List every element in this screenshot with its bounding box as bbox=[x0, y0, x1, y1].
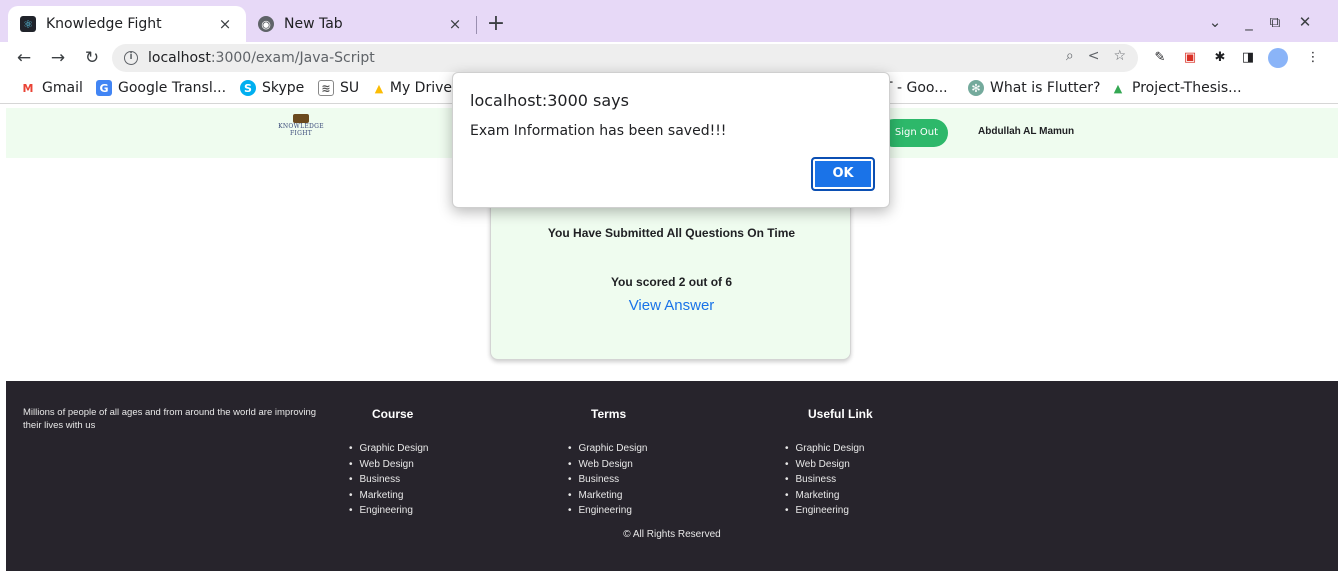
score-text: You scored 2 out of 6 bbox=[610, 275, 733, 289]
footer-link[interactable]: Marketing bbox=[785, 488, 873, 504]
drive-icon: ▲ bbox=[374, 81, 384, 95]
footer-about: Millions of people of all ages and from … bbox=[23, 407, 317, 431]
alert-title: localhost:3000 says bbox=[470, 91, 629, 110]
address-bar[interactable]: i localhost:3000/exam/Java-Script ⌕ < ☆ bbox=[112, 44, 1138, 72]
bookmark-label: What is Flutter? bbox=[990, 80, 1101, 96]
bookmark-label: T - Goo... bbox=[884, 80, 948, 96]
footer-link[interactable]: Engineering bbox=[785, 503, 873, 519]
footer-link[interactable]: Graphic Design bbox=[785, 441, 873, 457]
alert-dialog: localhost:3000 says Exam Information has… bbox=[452, 72, 890, 208]
site-logo[interactable]: KNOWLEDGE FIGHT bbox=[268, 114, 334, 137]
bookmark-google-docs[interactable]: T - Goo... bbox=[884, 80, 948, 96]
close-icon[interactable]: × bbox=[446, 15, 464, 33]
gmail-icon: M bbox=[22, 81, 34, 95]
restore-icon[interactable]: ⧉ bbox=[1263, 10, 1287, 34]
skype-icon: S bbox=[240, 80, 256, 96]
footer-link[interactable]: Web Design bbox=[785, 457, 873, 473]
bookmark-star-icon[interactable]: ☆ bbox=[1113, 48, 1126, 64]
url-host: localhost bbox=[148, 50, 211, 66]
footer-link[interactable]: Marketing bbox=[349, 488, 428, 504]
tab-divider bbox=[476, 16, 477, 34]
copyright: © All Rights Reserved bbox=[623, 529, 721, 540]
tab-new-tab[interactable]: ◉ New Tab × bbox=[246, 6, 476, 42]
forward-icon[interactable]: → bbox=[46, 46, 70, 70]
bookmark-google-translate[interactable]: G Google Transl... bbox=[96, 80, 226, 96]
footer-link[interactable]: Graphic Design bbox=[349, 441, 429, 457]
url-path: :3000/exam/Java-Script bbox=[210, 50, 375, 66]
drive-icon: ▲ bbox=[1113, 81, 1123, 95]
menu-icon[interactable]: ⋮ bbox=[1303, 48, 1323, 68]
close-icon[interactable]: × bbox=[216, 15, 234, 33]
react-icon: ⚛ bbox=[20, 16, 36, 32]
new-tab-button[interactable]: + bbox=[482, 10, 510, 38]
tab-search-icon[interactable]: ⌄ bbox=[1203, 10, 1227, 34]
reload-icon[interactable]: ↻ bbox=[80, 46, 104, 70]
footer-column-course: Course Graphic Design Web Design Busines… bbox=[360, 407, 429, 519]
extension-red-icon[interactable]: ▣ bbox=[1180, 48, 1200, 68]
browser-toolbar: ← → ↻ i localhost:3000/exam/Java-Script … bbox=[0, 42, 1338, 74]
browser-tab-strip: ⚛ Knowledge Fight × ◉ New Tab × + ⌄ _ ⧉ … bbox=[0, 0, 1338, 42]
bookmark-gmail[interactable]: M Gmail bbox=[20, 80, 83, 96]
footer-link[interactable]: Business bbox=[568, 472, 647, 488]
tab-title: Knowledge Fight bbox=[46, 16, 162, 32]
submitted-message: You Have Submitted All Questions On Time bbox=[547, 226, 796, 240]
google-translate-icon: G bbox=[96, 80, 112, 96]
bookmark-label: Google Transl... bbox=[118, 80, 227, 96]
chatgpt-icon: ✻ bbox=[968, 80, 984, 96]
footer-heading: Useful Link bbox=[808, 407, 873, 421]
footer-heading: Terms bbox=[591, 407, 627, 421]
bookmark-label: My Drive bbox=[389, 80, 452, 96]
side-panel-icon[interactable]: ◨ bbox=[1238, 48, 1258, 68]
footer-column-useful-link: Useful Link Graphic Design Web Design Bu… bbox=[796, 407, 873, 519]
bookmark-label: Project-Thesis... bbox=[1132, 80, 1242, 96]
footer-link[interactable]: Web Design bbox=[349, 457, 428, 473]
window-close-icon[interactable]: ✕ bbox=[1293, 10, 1317, 34]
profile-avatar[interactable] bbox=[1268, 48, 1288, 68]
bookmark-what-is-flutter[interactable]: ✻ What is Flutter? bbox=[968, 80, 1100, 96]
extensions-puzzle-icon[interactable]: ✱ bbox=[1210, 48, 1230, 68]
footer-link[interactable]: Engineering bbox=[349, 503, 428, 519]
zoom-icon[interactable]: ⌕ bbox=[1066, 48, 1074, 64]
logo-text-line2: FIGHT bbox=[289, 130, 313, 137]
view-answer-link[interactable]: View Answer bbox=[491, 297, 852, 314]
bookmark-my-drive[interactable]: ▲ My Drive bbox=[374, 80, 452, 96]
alert-message: Exam Information has been saved!!! bbox=[470, 123, 727, 139]
footer-link[interactable]: Business bbox=[785, 472, 873, 488]
chrome-icon: ◉ bbox=[258, 16, 274, 32]
footer-link[interactable]: Business bbox=[349, 472, 428, 488]
footer-heading: Course bbox=[372, 407, 414, 421]
user-name: Abdullah AL Mamun bbox=[978, 126, 1075, 137]
footer-column-terms: Terms Graphic Design Web Design Business… bbox=[579, 407, 648, 519]
bookmark-su[interactable]: ≋ SU bbox=[318, 80, 359, 96]
su-icon: ≋ bbox=[318, 80, 334, 96]
back-icon[interactable]: ← bbox=[12, 46, 36, 70]
bookmark-label: SU bbox=[340, 80, 360, 96]
site-footer: Millions of people of all ages and from … bbox=[6, 381, 1338, 571]
bookmark-project-thesis[interactable]: ▲ Project-Thesis... bbox=[1110, 80, 1242, 96]
info-icon[interactable]: i bbox=[124, 51, 138, 65]
footer-link[interactable]: Graphic Design bbox=[568, 441, 648, 457]
footer-link[interactable]: Marketing bbox=[568, 488, 647, 504]
logo-text-line1: KNOWLEDGE bbox=[278, 123, 324, 130]
footer-link[interactable]: Web Design bbox=[568, 457, 647, 473]
tab-knowledge-fight[interactable]: ⚛ Knowledge Fight × bbox=[8, 6, 246, 42]
bookmark-label: Gmail bbox=[42, 80, 83, 96]
share-icon[interactable]: < bbox=[1088, 48, 1100, 64]
sign-out-button[interactable]: Sign Out bbox=[880, 119, 948, 147]
bookmark-skype[interactable]: S Skype bbox=[240, 80, 304, 96]
extension-eyedropper-icon[interactable]: ✎ bbox=[1150, 48, 1170, 68]
minimize-icon[interactable]: _ bbox=[1237, 10, 1261, 34]
book-icon bbox=[293, 114, 309, 123]
tab-title: New Tab bbox=[284, 16, 343, 32]
footer-link[interactable]: Engineering bbox=[568, 503, 647, 519]
bookmark-label: Skype bbox=[262, 80, 305, 96]
ok-button[interactable]: OK bbox=[811, 157, 875, 191]
